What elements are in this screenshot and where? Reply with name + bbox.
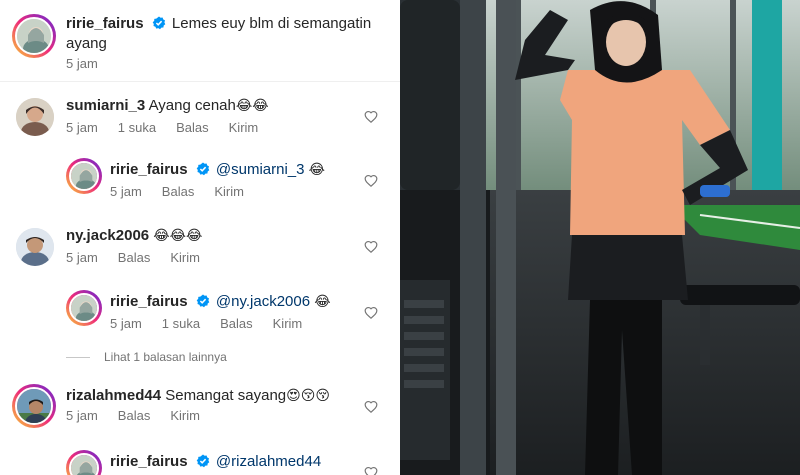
caption-text-line-2: ayang	[66, 35, 107, 52]
reply-button[interactable]: Balas	[176, 120, 209, 135]
send-button[interactable]: Kirim	[214, 184, 244, 199]
comment-text: Ayang cenah	[148, 97, 236, 114]
heart-outline-icon[interactable]	[364, 400, 378, 414]
caption-text: Lemes euy blm di semangatin	[171, 15, 372, 32]
comment-time: 5 jam	[66, 120, 98, 135]
reply-avatar[interactable]	[66, 450, 102, 475]
comment-emoji: 😂😂	[235, 98, 269, 114]
commenter-avatar[interactable]	[16, 98, 54, 136]
comment-emoji: 😍😚😚	[286, 388, 330, 404]
comment-item: sumiarni_3 Ayang cenah😂😂 5 jam 1 suka Ba…	[0, 96, 400, 140]
commenter-username[interactable]: rizalahmed44	[66, 387, 161, 404]
gym-photo-illustration	[400, 0, 800, 475]
reply-button[interactable]: Balas	[220, 316, 253, 331]
comment-likes[interactable]: 1 suka	[118, 120, 156, 135]
reply-time: 5 jam	[110, 316, 142, 331]
comment-item: ny.jack2006 😂😂😂 5 jam Balas Kirim	[0, 226, 400, 270]
reply-button[interactable]: Balas	[118, 408, 151, 423]
heart-outline-icon[interactable]	[364, 174, 378, 188]
reply-button[interactable]: Balas	[118, 250, 151, 265]
comments-panel: ririe_fairus Lemes euy blm di semangatin…	[0, 0, 400, 475]
caption-time: 5 jam	[66, 56, 98, 71]
reply-item: ririe_fairus @sumiarni_3 😂 5 jam Balas K…	[0, 158, 400, 202]
commenter-avatar[interactable]	[16, 228, 54, 266]
avatar-photo-icon	[17, 19, 51, 53]
view-more-replies-button[interactable]: Lihat 1 balasan lainnya	[66, 350, 227, 364]
send-button[interactable]: Kirim	[273, 316, 303, 331]
avatar-photo-icon	[71, 295, 97, 321]
send-button[interactable]: Kirim	[229, 120, 259, 135]
comment-time: 5 jam	[66, 408, 98, 423]
comment-item: rizalahmed44 Semangat sayang😍😚😚 5 jam Ba…	[0, 384, 400, 428]
reply-emoji: 😂	[308, 162, 326, 178]
view-more-replies-label: Lihat 1 balasan lainnya	[104, 350, 227, 364]
comment-text: Semangat sayang	[165, 387, 287, 404]
reply-mention[interactable]: @rizalahmed44	[216, 453, 321, 470]
reply-button[interactable]: Balas	[162, 184, 195, 199]
commenter-username[interactable]: sumiarni_3	[66, 97, 145, 114]
avatar-photo-icon	[71, 163, 97, 189]
caption-avatar[interactable]	[12, 14, 56, 58]
reply-item: ririe_fairus @rizalahmed44 makasihhh	[0, 450, 400, 475]
commenter-username[interactable]: ny.jack2006	[66, 227, 149, 244]
heart-outline-icon[interactable]	[364, 466, 378, 475]
heart-outline-icon[interactable]	[364, 240, 378, 254]
heart-outline-icon[interactable]	[364, 306, 378, 320]
reply-likes[interactable]: 1 suka	[162, 316, 200, 331]
avatar-photo-icon	[16, 228, 54, 266]
comment-time: 5 jam	[66, 250, 98, 265]
reply-username[interactable]: ririe_fairus	[110, 453, 188, 470]
reply-avatar[interactable]	[66, 290, 102, 326]
send-button[interactable]: Kirim	[170, 408, 200, 423]
avatar-photo-icon	[17, 389, 51, 423]
avatar-photo-icon	[71, 455, 97, 475]
post-photo[interactable]	[400, 0, 800, 475]
reply-username[interactable]: ririe_fairus	[110, 293, 188, 310]
send-button[interactable]: Kirim	[170, 250, 200, 265]
reply-item: ririe_fairus @ny.jack2006 😂 5 jam 1 suka…	[0, 290, 400, 334]
reply-username[interactable]: ririe_fairus	[110, 161, 188, 178]
commenter-avatar[interactable]	[12, 384, 56, 428]
reply-mention[interactable]: @ny.jack2006	[216, 293, 310, 310]
post-caption: ririe_fairus Lemes euy blm di semangatin…	[0, 0, 400, 82]
caption-username[interactable]: ririe_fairus	[66, 15, 144, 32]
reply-mention[interactable]: @sumiarni_3	[216, 161, 305, 178]
reply-emoji: 😂	[314, 294, 331, 310]
avatar-photo-icon	[16, 98, 54, 136]
reply-time: 5 jam	[110, 184, 142, 199]
divider-line	[66, 356, 90, 358]
verified-badge-icon	[196, 294, 210, 308]
heart-outline-icon[interactable]	[364, 110, 378, 124]
verified-badge-icon	[152, 16, 166, 30]
verified-badge-icon	[196, 454, 210, 468]
comment-emoji: 😂😂😂	[153, 228, 203, 244]
verified-badge-icon	[196, 162, 210, 176]
reply-avatar[interactable]	[66, 158, 102, 194]
